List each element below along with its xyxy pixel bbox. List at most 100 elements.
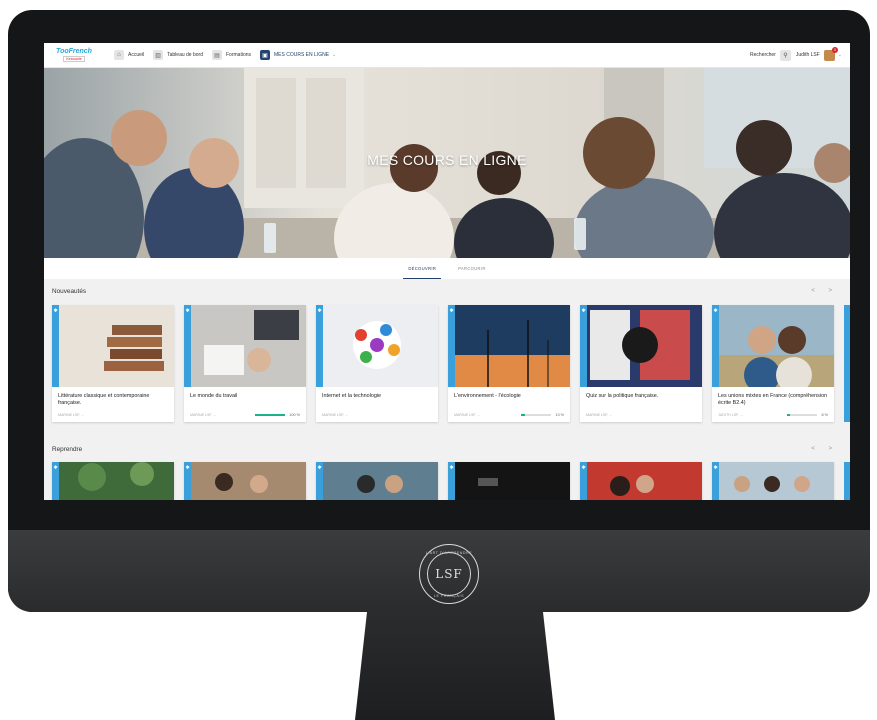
- nav-accueil[interactable]: ⌂ Accueil: [114, 50, 144, 60]
- category-band: [184, 305, 191, 387]
- course-card[interactable]: ✱: [52, 462, 174, 500]
- course-meta: MARINE LSF, ... 100 %: [184, 413, 306, 422]
- course-thumbnail[interactable]: ✱: [448, 305, 570, 387]
- courses-icon: ▣: [260, 50, 271, 60]
- nav-label: MES COURS EN LIGNE: [274, 52, 330, 58]
- pin-icon[interactable]: ✱: [582, 308, 586, 314]
- course-author: MARINE LSF, ...: [58, 413, 85, 417]
- nav-tableau-de-bord[interactable]: ▥ Tableau de bord: [153, 50, 203, 60]
- course-thumbnail[interactable]: ✱: [316, 305, 438, 387]
- course-thumbnail[interactable]: ✱: [184, 462, 306, 500]
- category-band: [580, 305, 587, 387]
- home-icon: ⌂: [114, 50, 124, 60]
- course-card[interactable]: ✱ Quiz sur la politique française. MARINE …: [580, 305, 702, 422]
- thumbnail-image: [52, 305, 174, 387]
- carousel-reprendre: ✱ ✱ ✱ ✱ ✱ ✱: [52, 462, 850, 500]
- tab-decouvrir[interactable]: DÉCOUVRIR: [403, 258, 442, 279]
- monitor-stand: [355, 612, 555, 720]
- course-meta: JUDITH LSF, ... 8 %: [712, 413, 834, 422]
- nav-mes-cours[interactable]: ▣ MES COURS EN LIGNE ⌄: [260, 50, 336, 60]
- nav-label: Formations: [226, 52, 252, 58]
- pin-icon[interactable]: ✱: [54, 465, 58, 471]
- course-card[interactable]: ✱ Les unions mixtes en France (compréhens…: [712, 305, 834, 422]
- thumbnail-image: [184, 462, 306, 500]
- course-thumbnail[interactable]: ✱: [52, 462, 174, 500]
- logo-bottom-text: LE FRANÇAIS: [433, 594, 465, 598]
- course-card[interactable]: ✱ Le monde du travail MARINE LSF, ... 100 %: [184, 305, 306, 422]
- course-card[interactable]: ✱: [184, 462, 306, 500]
- course-card[interactable]: ✱: [580, 462, 702, 500]
- pin-icon[interactable]: ✱: [186, 308, 190, 314]
- pin-icon[interactable]: ✱: [318, 308, 322, 314]
- carousel-arrows[interactable]: < >: [811, 446, 838, 452]
- brand-name: TooFrench: [56, 48, 92, 55]
- thumbnail-image: [448, 305, 570, 387]
- thumbnail-image: [580, 462, 702, 500]
- progress-bar: [787, 414, 818, 416]
- chart-icon: ▥: [153, 50, 164, 60]
- course-author: JUDITH LSF, ...: [718, 413, 743, 417]
- pin-icon[interactable]: ✱: [450, 308, 454, 314]
- category-band: [712, 305, 719, 387]
- course-title[interactable]: Quiz sur la politique française.: [580, 387, 702, 413]
- search-label[interactable]: Rechercher: [750, 52, 776, 58]
- course-title[interactable]: Les unions mixtes en France (compréhensi…: [712, 387, 834, 413]
- next-card-peek[interactable]: [844, 305, 850, 422]
- thumbnail-image: [184, 305, 306, 387]
- course-thumbnail[interactable]: ✱: [184, 305, 306, 387]
- course-card[interactable]: ✱ Internet et la technologie MARINE LSF, .…: [316, 305, 438, 422]
- nav-label: Accueil: [128, 52, 145, 58]
- top-navigation-bar: TooFrench Kirkwalde ⌂ Accueil ▥ Tableau …: [44, 43, 850, 68]
- thumbnail-image: [52, 462, 174, 500]
- pin-icon[interactable]: ✱: [54, 308, 58, 314]
- logo-top-text: L'ART D'APPRENDRE: [425, 551, 473, 555]
- course-title[interactable]: Littérature classique et contemporaine f…: [52, 387, 174, 413]
- course-thumbnail[interactable]: ✱: [712, 462, 834, 500]
- tab-parcourir[interactable]: PARCOURIR: [453, 258, 491, 279]
- nav-formations[interactable]: ▤ Formations: [212, 50, 251, 60]
- screen: TooFrench Kirkwalde ⌂ Accueil ▥ Tableau …: [44, 43, 850, 500]
- pin-icon[interactable]: ✱: [450, 465, 454, 471]
- tab-bar: DÉCOUVRIR PARCOURIR: [44, 258, 850, 279]
- course-thumbnail[interactable]: ✱: [316, 462, 438, 500]
- course-thumbnail[interactable]: ✱: [580, 462, 702, 500]
- course-title[interactable]: Internet et la technologie: [316, 387, 438, 413]
- course-card[interactable]: ✱: [316, 462, 438, 500]
- course-card[interactable]: ✱: [712, 462, 834, 500]
- thumbnail-image: [712, 305, 834, 387]
- course-thumbnail[interactable]: ✱: [448, 462, 570, 500]
- course-thumbnail[interactable]: ✱: [52, 305, 174, 387]
- brand-logo[interactable]: TooFrench Kirkwalde: [52, 48, 96, 62]
- pin-icon[interactable]: ✱: [318, 465, 322, 471]
- carousel-arrows[interactable]: < >: [811, 288, 838, 294]
- thumbnail-image: [712, 462, 834, 500]
- course-thumbnail[interactable]: ✱: [580, 305, 702, 387]
- progress-percent: 8 %: [821, 413, 828, 417]
- progress-bar: [255, 414, 286, 416]
- notification-badge: 3: [831, 46, 838, 53]
- progress-bar: [521, 414, 552, 416]
- course-title[interactable]: Le monde du travail: [184, 387, 306, 413]
- pin-icon[interactable]: ✱: [714, 465, 718, 471]
- thumbnail-image: [316, 462, 438, 500]
- user-name[interactable]: Judith LSF: [796, 52, 820, 58]
- pin-icon[interactable]: ✱: [714, 308, 718, 314]
- thumbnail-image: [316, 305, 438, 387]
- course-card[interactable]: ✱ L'environnement - l'écologie MARINE LSF,…: [448, 305, 570, 422]
- pin-icon[interactable]: ✱: [582, 465, 586, 471]
- course-title[interactable]: L'environnement - l'écologie: [448, 387, 570, 413]
- course-thumbnail[interactable]: ✱: [712, 305, 834, 387]
- course-card[interactable]: ✱ Littérature classique et contemporaine …: [52, 305, 174, 422]
- logo-text: LSF: [435, 567, 463, 581]
- search-icon[interactable]: ⚲: [779, 49, 791, 61]
- progress-fill: [521, 414, 526, 416]
- category-band: [448, 305, 455, 387]
- chevron-down-icon[interactable]: ⌄: [838, 52, 842, 58]
- avatar[interactable]: 3: [823, 46, 838, 61]
- carousel-nouveautes: ✱ Littérature classique et contemporaine …: [52, 305, 850, 422]
- course-card[interactable]: ✱: [448, 462, 570, 500]
- next-card-peek[interactable]: [844, 462, 850, 500]
- course-meta: MARINE LSF, ...: [316, 413, 438, 422]
- category-band: [52, 305, 59, 387]
- pin-icon[interactable]: ✱: [186, 465, 190, 471]
